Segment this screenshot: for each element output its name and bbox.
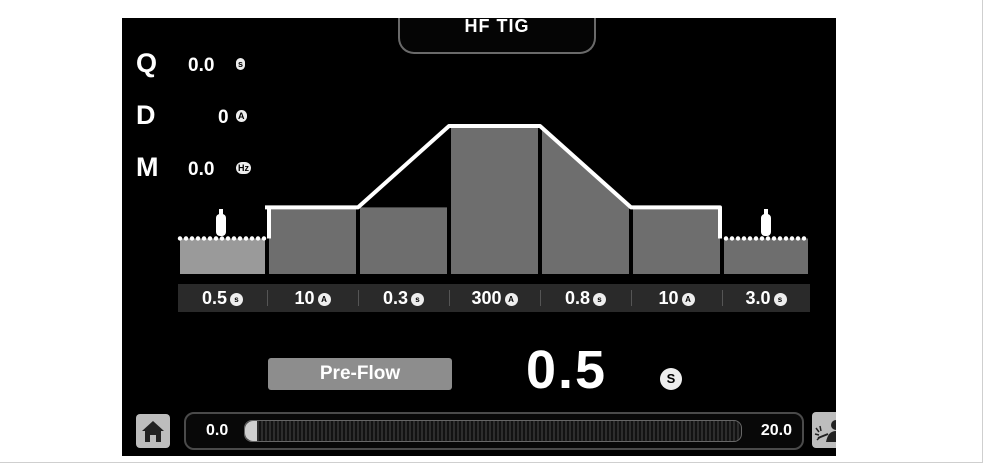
gas-dot [729,236,735,241]
gas-dot [183,236,189,241]
gas-dot [189,236,195,241]
gas-dot [747,236,753,241]
gas-bottle-icon [761,214,771,236]
welder-screen: HF TIG Q 0.0 s D 0 A M 0.0 Hz 0.5 s 10 A 0.3… [122,18,836,456]
gas-bottle-valve [219,209,223,215]
welder-button[interactable] [812,412,836,448]
segment-value-text: 10 [294,288,315,308]
gas-bottle-valve [764,209,768,215]
home-icon [142,421,164,442]
gas-dot [207,236,213,241]
gas-dot [249,236,255,241]
gas-dot [255,236,261,241]
segment-bar [451,126,538,274]
segment-value-1[interactable]: 0.5 s [178,286,267,310]
value-slider[interactable]: 0.0 20.0 [184,412,804,450]
phase-label: Pre-Flow [319,363,401,384]
gas-dot [219,236,225,241]
segment-bar [633,207,720,274]
segment-separator [631,290,632,306]
gas-dot [735,236,741,241]
slider-fill [245,421,258,441]
segment-unit-badge: s [773,292,787,306]
gas-dot [789,236,795,241]
segment-value-text: 10 [658,288,679,308]
gas-dot [765,236,771,241]
segment-unit-badge: A [681,292,695,306]
segment-value-4[interactable]: 300 A [449,286,540,310]
gas-dot [177,236,183,241]
slider-min-label: 0.0 [206,422,229,439]
slider-max-label: 20.0 [760,422,792,439]
segment-value-6[interactable]: 10 A [631,286,722,310]
segment-separator [449,290,450,306]
segment-separator [722,290,723,306]
gas-bottle-icon [216,214,226,236]
segment-bar [269,207,356,274]
segment-value-text: 0.3 [382,288,409,308]
segment-value-text: 0.5 [201,288,228,308]
gas-dot [753,236,759,241]
segment-separator [267,290,268,306]
segment-value-2[interactable]: 10 A [267,286,358,310]
segment-bar [180,238,265,274]
gas-dot [225,236,231,241]
gas-dot [213,236,219,241]
segment-bar [724,238,808,274]
segment-value-text: 300 [471,288,502,308]
segment-unit-badge: A [317,292,331,306]
gas-dot [759,236,765,241]
segment-value-7[interactable]: 3.0 s [722,286,810,310]
phase-button[interactable]: Pre-Flow [268,358,452,390]
segment-value-text: 3.0 [745,288,771,308]
segment-separator [358,290,359,306]
gas-dot [783,236,789,241]
welder-icon [814,420,836,442]
gas-dot [801,236,807,241]
segment-value-text: 0.8 [564,288,591,308]
gas-dot [771,236,777,241]
gas-dot [261,236,267,241]
gas-dot [723,236,729,241]
segment-unit-badge: s [411,292,425,306]
segment-unit-badge: s [230,292,244,306]
phase-unit: S [660,368,682,390]
segment-separator [540,290,541,306]
gas-dot [741,236,747,241]
gas-dot [201,236,207,241]
gas-dot [237,236,243,241]
gas-dot [777,236,783,241]
gas-dot [195,236,201,241]
segment-value-3[interactable]: 0.3 s [358,286,449,310]
weld-cycle-graph [177,124,808,274]
segment-unit-badge: A [504,292,518,306]
home-button[interactable] [136,414,170,448]
segment-bar [542,126,629,274]
gas-dot [795,236,801,241]
segment-bar [360,207,447,274]
slider-track[interactable] [244,420,742,442]
segment-value-5[interactable]: 0.8 s [540,286,631,310]
segment-unit-badge: s [593,292,607,306]
gas-dot [231,236,237,241]
phase-value: 0.5 [526,340,608,400]
gas-dot [243,236,249,241]
